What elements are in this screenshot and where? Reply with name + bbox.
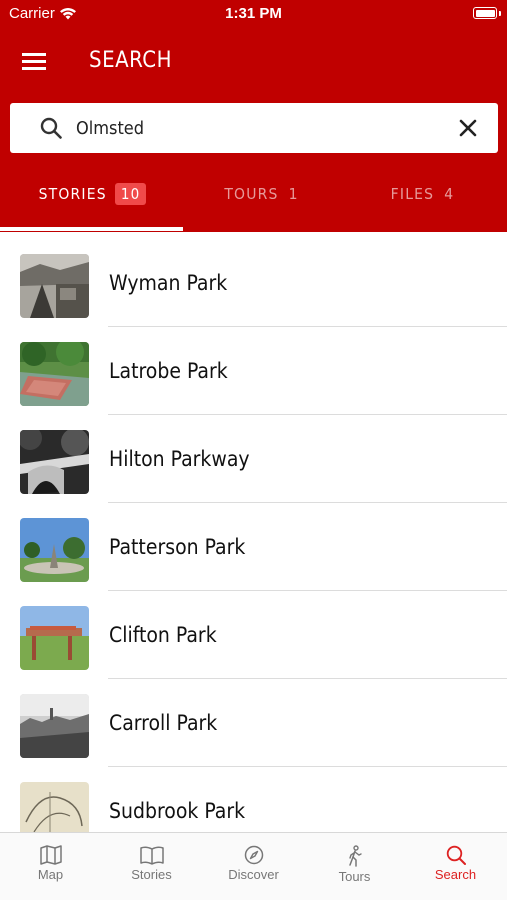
story-title: Latrobe Park (109, 359, 228, 383)
app-header: Carrier 1:31 PM SEARCH STORIES 10 (0, 0, 507, 232)
list-item[interactable]: Latrobe Park (0, 320, 507, 415)
tab-files-label: FILES (390, 185, 435, 203)
map-icon (39, 845, 62, 865)
story-thumbnail (20, 430, 89, 494)
list-item[interactable]: Hilton Parkway (0, 408, 507, 503)
search-bar[interactable] (10, 103, 498, 153)
status-bar: Carrier 1:31 PM (0, 0, 507, 30)
list-item[interactable]: Carroll Park (0, 672, 507, 767)
page-title: SEARCH (89, 48, 172, 73)
battery-icon (473, 7, 497, 19)
tab-stories-label: STORIES (38, 185, 107, 203)
story-title: Sudbrook Park (109, 799, 246, 823)
search-icon (446, 845, 466, 865)
list-item[interactable]: Wyman Park (0, 232, 507, 327)
tabbar-stories-label: Stories (131, 867, 172, 882)
story-title: Patterson Park (109, 535, 246, 559)
tab-tours[interactable]: TOURS 1 (177, 175, 346, 232)
story-title: Hilton Parkway (109, 447, 250, 471)
tabbar-discover-label: Discover (228, 867, 279, 882)
tabbar-tours[interactable]: Tours (304, 833, 405, 901)
tab-stories[interactable]: STORIES 10 (8, 175, 177, 232)
tab-stories-count: 10 (114, 183, 147, 205)
list-item[interactable]: Patterson Park (0, 496, 507, 591)
walking-person-icon (348, 845, 362, 867)
story-title: Wyman Park (109, 271, 228, 295)
book-icon (139, 846, 164, 865)
list-item[interactable]: Sudbrook Park (0, 760, 507, 832)
story-thumbnail (20, 518, 89, 582)
tab-files-count: 4 (444, 185, 455, 203)
tabbar-map[interactable]: Map (0, 833, 101, 901)
story-title: Clifton Park (109, 623, 217, 647)
tabbar-search[interactable]: Search (405, 833, 506, 901)
story-thumbnail (20, 606, 89, 670)
status-time: 1:31 PM (225, 5, 282, 22)
tab-tours-label: TOURS (224, 185, 279, 203)
tabbar-discover[interactable]: Discover (203, 833, 304, 901)
story-title: Carroll Park (109, 711, 218, 735)
tabbar-search-label: Search (434, 867, 477, 882)
battery-tip (499, 11, 501, 16)
story-thumbnail (20, 342, 89, 406)
tabbar-stories[interactable]: Stories (101, 833, 202, 901)
clear-search-icon[interactable] (458, 118, 478, 138)
hamburger-menu-icon[interactable] (22, 50, 48, 72)
search-icon (40, 117, 62, 139)
search-input[interactable] (76, 113, 446, 143)
compass-icon (244, 845, 263, 865)
search-tabs: STORIES 10 TOURS 1 FILES 4 (0, 175, 507, 232)
story-thumbnail (20, 254, 89, 318)
tabbar-tours-label: Tours (338, 869, 371, 884)
tab-files[interactable]: FILES 4 (338, 175, 507, 232)
story-thumbnail (20, 782, 89, 832)
bottom-tab-bar: Map Stories Discover Tours Search (0, 832, 507, 900)
tabbar-map-label: Map (37, 867, 64, 882)
results-list: Wyman Park Latrobe Park Hilton Parkway P… (0, 232, 507, 832)
story-thumbnail (20, 694, 89, 758)
tab-tours-count: 1 (288, 185, 299, 203)
active-tab-indicator (0, 227, 183, 231)
list-item[interactable]: Clifton Park (0, 584, 507, 679)
